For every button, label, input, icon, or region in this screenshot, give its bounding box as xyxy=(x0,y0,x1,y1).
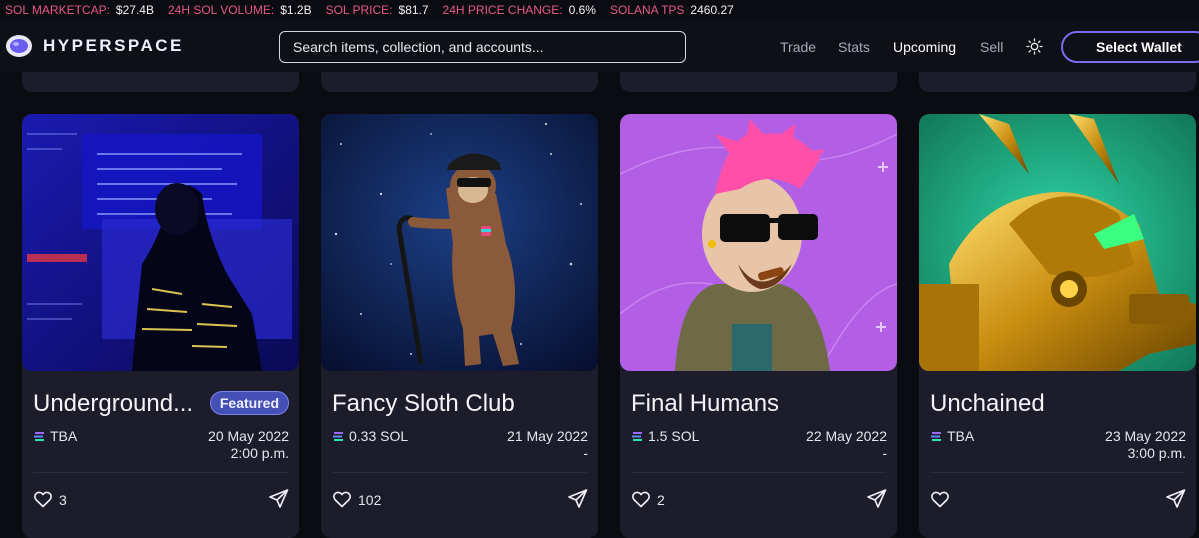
send-icon[interactable] xyxy=(269,489,289,508)
send-icon[interactable] xyxy=(867,489,887,508)
heart-icon[interactable] xyxy=(931,491,949,508)
collection-title[interactable]: Fancy Sloth Club xyxy=(332,390,515,418)
ticker-label: 24H SOL VOLUME: xyxy=(167,3,275,17)
heart-icon[interactable] xyxy=(34,491,52,508)
ticker-label: 24H PRICE CHANGE: xyxy=(442,3,563,17)
ticker-label: SOL PRICE: xyxy=(325,3,393,17)
mint-price: 0.33 SOL xyxy=(349,428,409,444)
solana-icon xyxy=(34,432,44,441)
launch-time: - xyxy=(583,445,588,461)
market-ticker: SOL MARKETCAP: $27.4B 24H SOL VOLUME: $1… xyxy=(0,0,1199,20)
top-navbar: HYPERSPACE Search items, collection, and… xyxy=(0,20,1199,72)
search-placeholder: Search items, collection, and accounts..… xyxy=(293,39,544,55)
solana-icon xyxy=(931,432,941,441)
featured-badge: Featured xyxy=(209,391,289,415)
ticker-value: 0.6% xyxy=(568,3,596,17)
launch-date: 23 May 2022 xyxy=(1105,428,1186,444)
like-count: 2 xyxy=(657,492,665,508)
solana-icon xyxy=(333,432,343,441)
ticker-value: 2460.27 xyxy=(690,3,734,17)
send-icon[interactable] xyxy=(568,489,588,508)
launch-date: 20 May 2022 xyxy=(208,428,289,444)
launch-time: - xyxy=(882,445,887,461)
ticker-value: $27.4B xyxy=(115,3,154,17)
card-stub xyxy=(620,72,897,92)
collection-image[interactable] xyxy=(919,114,1196,371)
launch-time: 3:00 p.m. xyxy=(1127,445,1186,461)
brand-name: HYPERSPACE xyxy=(43,36,184,55)
ticker-value: $81.7 xyxy=(398,3,429,17)
card-divider xyxy=(33,472,288,473)
card-divider xyxy=(332,472,587,473)
launch-time: 2:00 p.m. xyxy=(230,445,289,461)
send-icon[interactable] xyxy=(1166,489,1186,508)
nav-upcoming[interactable]: Upcoming xyxy=(893,39,956,55)
collection-title[interactable]: Underground... xyxy=(33,390,193,418)
astronaut-helmet-icon xyxy=(6,35,32,57)
collection-card[interactable]: Final Humans 1.5 SOL 22 May 2022 - 2 xyxy=(620,114,897,538)
collection-image[interactable] xyxy=(620,114,897,371)
like-count: 102 xyxy=(358,492,382,508)
card-stub xyxy=(321,72,598,92)
search-input[interactable]: Search items, collection, and accounts..… xyxy=(279,31,686,63)
ticker-value: $1.2B xyxy=(280,3,312,17)
collection-image[interactable] xyxy=(22,114,299,371)
sun-icon[interactable] xyxy=(1026,38,1043,55)
collection-card[interactable]: Underground... Featured TBA 20 May 2022 … xyxy=(22,114,299,538)
heart-icon[interactable] xyxy=(632,491,650,508)
collection-title[interactable]: Unchained xyxy=(930,390,1045,418)
select-wallet-label: Select Wallet xyxy=(1096,39,1182,55)
ticker-label: SOLANA TPS xyxy=(609,3,685,17)
heart-icon[interactable] xyxy=(333,491,351,508)
solana-icon xyxy=(632,432,642,441)
collection-title[interactable]: Final Humans xyxy=(631,390,779,418)
nav-trade[interactable]: Trade xyxy=(780,39,816,55)
ticker-label: SOL MARKETCAP: xyxy=(5,3,110,17)
collection-card[interactable]: Unchained TBA 23 May 2022 3:00 p.m. xyxy=(919,114,1196,538)
select-wallet-button[interactable]: Select Wallet xyxy=(1061,31,1199,63)
mint-price: TBA xyxy=(50,428,78,444)
mint-price: TBA xyxy=(947,428,975,444)
mint-price: 1.5 SOL xyxy=(648,428,700,444)
card-stub xyxy=(22,72,299,92)
nav-stats[interactable]: Stats xyxy=(838,39,870,55)
card-stub xyxy=(919,72,1196,92)
launch-date: 21 May 2022 xyxy=(507,428,588,444)
launch-date: 22 May 2022 xyxy=(806,428,887,444)
card-divider xyxy=(930,472,1185,473)
card-divider xyxy=(631,472,886,473)
like-count: 3 xyxy=(59,492,67,508)
collection-card[interactable]: Fancy Sloth Club 0.33 SOL 21 May 2022 - … xyxy=(321,114,598,538)
brand-logo[interactable]: HYPERSPACE xyxy=(5,34,184,58)
collection-image[interactable] xyxy=(321,114,598,371)
nav-sell[interactable]: Sell xyxy=(980,39,1003,55)
